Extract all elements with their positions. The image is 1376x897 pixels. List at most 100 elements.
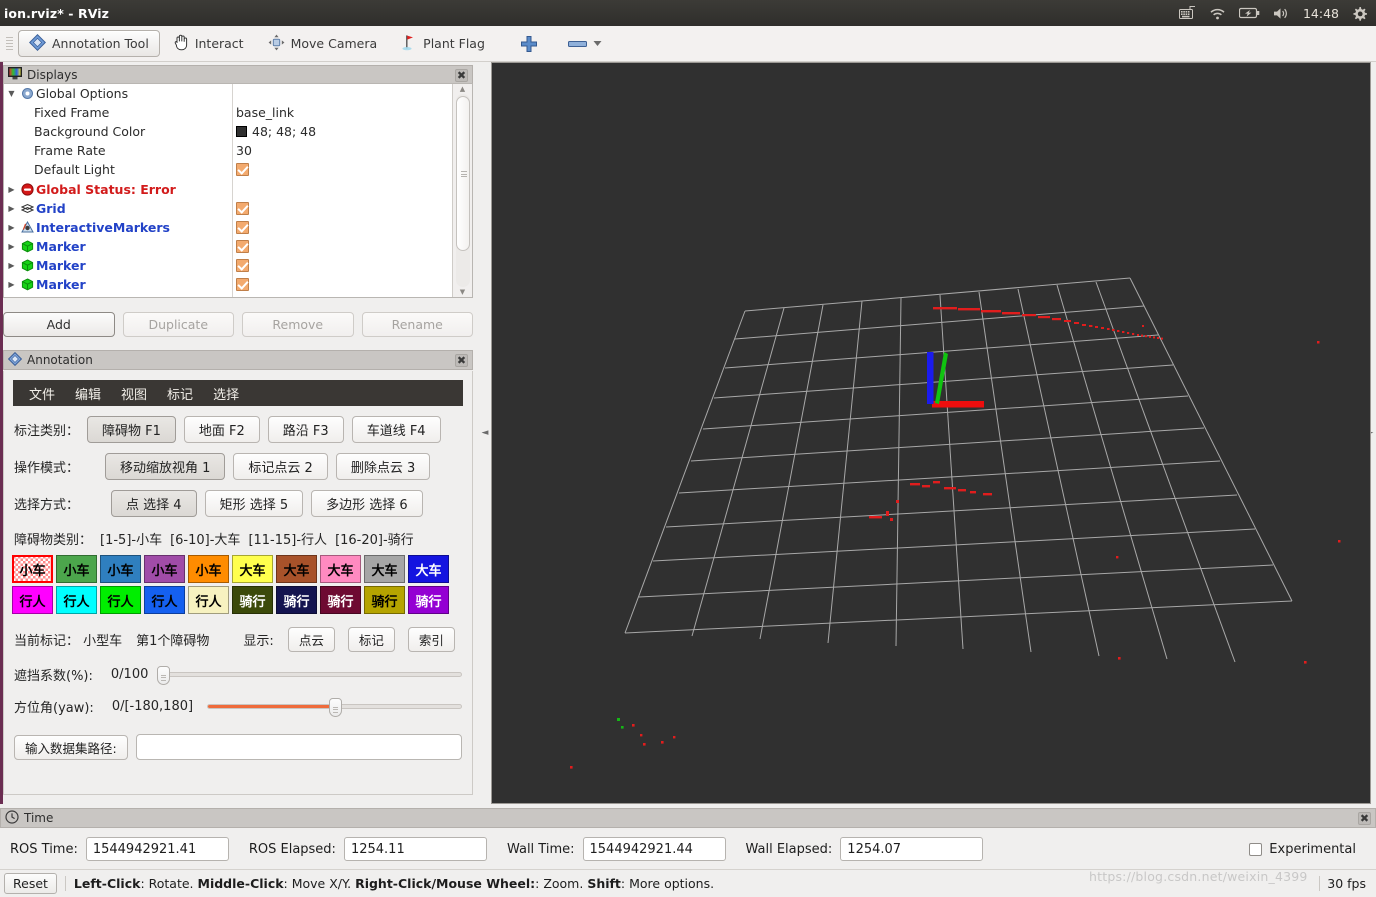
display-toggle-button-1[interactable]: 标记 <box>347 627 395 652</box>
display-row-marker[interactable]: ▶ Marker <box>4 237 452 256</box>
time-field-input-1[interactable]: 1254.11 <box>343 837 487 861</box>
display-row-value[interactable]: 30 <box>236 143 252 158</box>
experimental-checkbox[interactable] <box>1249 842 1263 856</box>
3d-render-view[interactable] <box>491 62 1374 804</box>
operation-mode-button-0[interactable]: 移动缩放视角 1 <box>105 453 226 480</box>
battery-icon[interactable] <box>1238 7 1260 19</box>
category-button-r1-8[interactable]: 大车 <box>364 555 405 583</box>
chevron-right-icon[interactable]: ▶ <box>4 242 19 251</box>
experimental-toggle[interactable]: Experimental <box>1249 842 1366 857</box>
category-button-r1-7[interactable]: 大车 <box>320 555 361 583</box>
add-tool-button[interactable] <box>510 35 548 53</box>
toolbar-drag-handle[interactable] <box>6 33 13 55</box>
left-dock-collapse-icon[interactable]: ◄ <box>479 422 491 444</box>
selection-mode-button-2[interactable]: 多边形 选择 6 <box>311 490 423 517</box>
display-row-frame-rate[interactable]: Frame Rate 30 <box>4 141 452 160</box>
chevron-down-icon[interactable]: ▼ <box>4 89 19 98</box>
dataset-path-input[interactable] <box>135 734 462 760</box>
label-type-button-1[interactable]: 地面 F2 <box>183 416 260 443</box>
category-button-r1-5[interactable]: 大车 <box>232 555 273 583</box>
label-type-button-0[interactable]: 障碍物 F1 <box>87 416 176 443</box>
gear-icon[interactable] <box>1352 6 1367 21</box>
display-enabled-checkbox[interactable] <box>236 277 249 291</box>
display-row-value[interactable] <box>236 239 249 253</box>
scrollbar-thumb[interactable] <box>455 96 470 251</box>
menu-item-1[interactable]: 编辑 <box>67 382 109 405</box>
scrollbar-track[interactable] <box>455 94 470 287</box>
chevron-right-icon[interactable]: ▶ <box>4 261 19 270</box>
display-enabled-checkbox[interactable] <box>236 239 249 253</box>
category-button-r1-4[interactable]: 小车 <box>188 555 229 583</box>
display-row-value[interactable] <box>236 201 249 215</box>
display-row-value[interactable] <box>236 220 249 234</box>
display-row-grid[interactable]: ▶ Grid <box>4 199 452 218</box>
display-row-background-color[interactable]: Background Color 48; 48; 48 <box>4 122 452 141</box>
time-close-icon[interactable]: ✖ <box>1358 811 1371 825</box>
display-row-fixed-frame[interactable]: Fixed Frame base_link <box>4 103 452 122</box>
chevron-right-icon[interactable]: ▶ <box>4 223 19 232</box>
category-button-r2-4[interactable]: 行人 <box>188 586 229 614</box>
category-button-r1-1[interactable]: 小车 <box>56 555 97 583</box>
category-button-r2-6[interactable]: 骑行 <box>276 586 317 614</box>
tool-move-camera[interactable]: Move Camera <box>257 30 389 57</box>
display-row-value[interactable]: base_link <box>236 105 294 120</box>
display-enabled-checkbox[interactable] <box>236 201 249 215</box>
display-enabled-checkbox[interactable] <box>236 220 249 234</box>
yaw-slider-knob[interactable] <box>328 698 342 717</box>
wifi-icon[interactable] <box>1209 7 1226 20</box>
display-row-global-status-error[interactable]: ▶ Global Status: Error <box>4 179 452 198</box>
category-button-r1-0[interactable]: 小车 <box>12 555 53 583</box>
keyboard-icon[interactable] <box>1178 6 1196 20</box>
chevron-right-icon[interactable]: ▶ <box>4 280 19 289</box>
time-field-input-2[interactable]: 1544942921.44 <box>582 837 726 861</box>
time-field-input-0[interactable]: 1544942921.41 <box>85 837 229 861</box>
occlusion-slider-knob[interactable] <box>157 666 171 685</box>
display-row-marker[interactable]: ▶ Marker <box>4 256 452 275</box>
category-button-r1-2[interactable]: 小车 <box>100 555 141 583</box>
category-button-r2-5[interactable]: 骑行 <box>232 586 273 614</box>
category-button-r1-3[interactable]: 小车 <box>144 555 185 583</box>
operation-mode-button-1[interactable]: 标记点云 2 <box>233 453 328 480</box>
category-button-r2-9[interactable]: 骑行 <box>408 586 449 614</box>
selection-mode-button-0[interactable]: 点 选择 4 <box>111 490 197 517</box>
category-button-r2-3[interactable]: 行人 <box>144 586 185 614</box>
occlusion-slider[interactable] <box>157 666 462 685</box>
clock[interactable]: 14:48 <box>1303 6 1339 21</box>
category-button-r2-1[interactable]: 行人 <box>56 586 97 614</box>
display-row-default-light[interactable]: Default Light <box>4 160 452 179</box>
volume-icon[interactable] <box>1273 7 1290 20</box>
displays-close-icon[interactable]: ✖ <box>455 68 468 82</box>
menu-item-3[interactable]: 标记 <box>159 382 201 405</box>
display-toggle-button-2[interactable]: 索引 <box>407 627 455 652</box>
displays-tree[interactable]: ▼ Global Options Fixed Frame base_link Backg… <box>3 83 473 298</box>
reset-button[interactable]: Reset <box>4 873 57 894</box>
display-row-interactivemarkers[interactable]: ▶ InteractiveMarkers <box>4 218 452 237</box>
annotation-close-icon[interactable]: ✖ <box>455 353 468 367</box>
add-button[interactable]: Add <box>3 312 115 337</box>
category-button-r2-2[interactable]: 行人 <box>100 586 141 614</box>
label-type-button-3[interactable]: 车道线 F4 <box>351 416 441 443</box>
remove-tool-dropdown[interactable] <box>562 39 608 49</box>
chevron-right-icon[interactable]: ▶ <box>4 204 19 213</box>
scroll-up-icon[interactable]: ▲ <box>460 85 465 93</box>
display-row-value[interactable]: 48; 48; 48 <box>236 124 316 139</box>
category-button-r1-9[interactable]: 大车 <box>408 555 449 583</box>
scroll-down-icon[interactable]: ▼ <box>460 288 465 296</box>
menu-item-0[interactable]: 文件 <box>21 382 63 405</box>
yaw-slider[interactable] <box>207 698 462 717</box>
display-row-global-options[interactable]: ▼ Global Options <box>4 84 452 103</box>
operation-mode-button-2[interactable]: 删除点云 3 <box>335 453 431 480</box>
selection-mode-button-1[interactable]: 矩形 选择 5 <box>204 490 304 517</box>
menu-item-4[interactable]: 选择 <box>205 382 247 405</box>
display-enabled-checkbox[interactable] <box>236 163 249 177</box>
category-button-r2-7[interactable]: 骑行 <box>320 586 361 614</box>
category-button-r2-8[interactable]: 骑行 <box>364 586 405 614</box>
category-button-r1-6[interactable]: 大车 <box>276 555 317 583</box>
tool-interact[interactable]: Interact <box>162 30 255 57</box>
category-button-r2-0[interactable]: 行人 <box>12 586 53 614</box>
display-row-value[interactable] <box>236 277 249 291</box>
displays-scrollbar[interactable]: ▲ ▼ <box>452 84 472 297</box>
time-field-input-3[interactable]: 1254.07 <box>840 837 984 861</box>
tool-plant-flag[interactable]: Plant Flag <box>390 30 496 57</box>
tool-annotation-tool[interactable]: Annotation Tool <box>18 30 160 57</box>
